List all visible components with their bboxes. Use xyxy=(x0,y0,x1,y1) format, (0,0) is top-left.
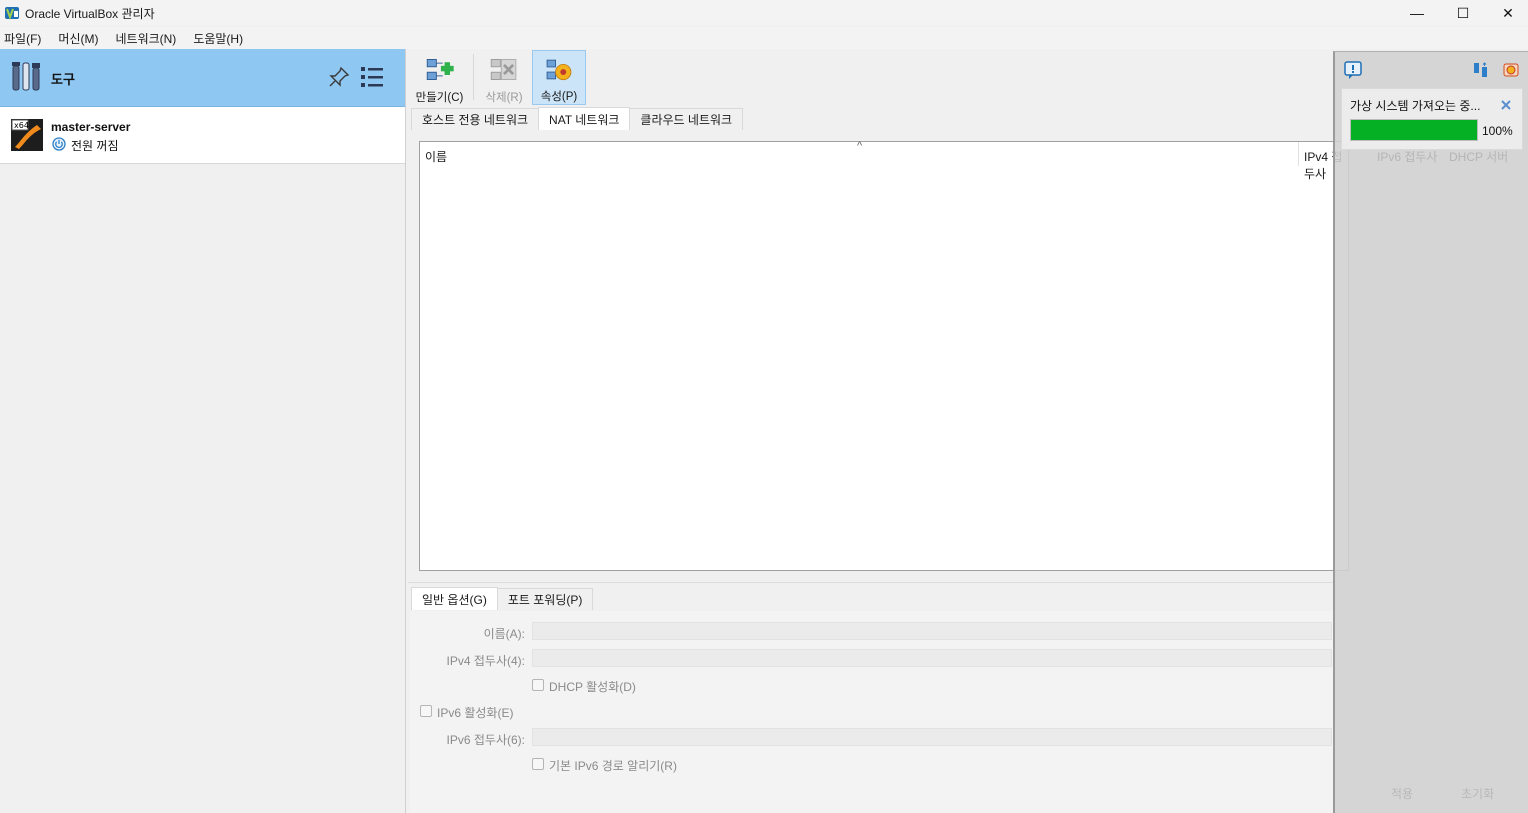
tools-icon xyxy=(12,62,40,91)
ipv6-prefix-input[interactable] xyxy=(532,728,1332,746)
close-icon[interactable] xyxy=(1501,100,1511,110)
notification-title: 가상 시스템 가져오는 중... xyxy=(1350,99,1481,113)
import-progress-bar xyxy=(1350,119,1478,141)
dhcp-enable-label: DHCP 활성화(D) xyxy=(549,680,636,694)
vm-name: master-server xyxy=(51,120,131,134)
delete-network-icon xyxy=(490,59,517,80)
sort-ascending-icon: ^ xyxy=(857,140,863,152)
tab-nat-network[interactable]: NAT 네트워크 xyxy=(538,107,631,130)
delete-button[interactable]: 삭제(R) xyxy=(479,50,529,105)
vm-arch-badge: x64 xyxy=(14,121,29,130)
menu-machine[interactable]: 머신(M) xyxy=(54,30,106,47)
column-divider[interactable] xyxy=(1298,142,1299,166)
column-header-dhcp[interactable]: DHCP 서버 xyxy=(1449,148,1508,165)
network-toolbar: 만들기(C) 삭제(R) 속성(P) xyxy=(407,49,1337,106)
properties-gear-icon xyxy=(546,59,572,81)
virtualbox-logo-icon xyxy=(5,7,19,20)
reset-button[interactable]: 초기화 xyxy=(1461,785,1494,802)
import-progress-notification: 가상 시스템 가져오는 중... 100% xyxy=(1341,88,1523,150)
tools-label: 도구 xyxy=(51,72,75,87)
progress-percent: 100% xyxy=(1482,124,1513,138)
tab-cloud-network[interactable]: 클라우드 네트워크 xyxy=(629,108,744,130)
vm-list-item[interactable]: x64 master-server 전원 꺼짐 xyxy=(0,107,405,164)
maximize-button[interactable]: ☐ xyxy=(1440,0,1486,26)
ipv4-prefix-input[interactable] xyxy=(532,649,1332,667)
notification-center: IPv6 접두사 DHCP 서버 가상 시스템 가져오는 중... 100% 적… xyxy=(1333,51,1528,813)
progress-fill xyxy=(1351,120,1477,140)
tools-item[interactable]: 도구 xyxy=(0,49,405,107)
close-button[interactable]: ✕ xyxy=(1485,0,1528,26)
tab-general-options[interactable]: 일반 옵션(G) xyxy=(411,587,498,610)
window-title: Oracle VirtualBox 관리자 xyxy=(25,6,155,21)
toolbar-separator xyxy=(473,54,474,100)
create-label: 만들기(C) xyxy=(415,92,464,104)
name-field-label: 이름(A): xyxy=(483,627,525,641)
ipv6-prefix-label: IPv6 접두사(6): xyxy=(446,733,525,747)
power-off-icon xyxy=(52,137,66,151)
keep-finished-icon[interactable] xyxy=(1502,61,1520,79)
menu-bar: 파일(F) 머신(M) 네트워크(N) 도움말(H) xyxy=(0,27,1528,49)
delete-label: 삭제(R) xyxy=(485,92,523,104)
create-button[interactable]: 만들기(C) xyxy=(412,50,467,105)
column-header-ipv6[interactable]: IPv6 접두사 xyxy=(1377,148,1437,165)
properties-label: 속성(P) xyxy=(540,91,578,103)
ipv6-default-route-checkbox[interactable] xyxy=(532,758,544,770)
vm-state: 전원 꺼짐 xyxy=(71,139,119,153)
create-network-icon xyxy=(426,59,454,80)
vm-os-icon: x64 xyxy=(11,119,43,151)
column-header-name[interactable]: 이름 xyxy=(425,148,447,165)
general-options-panel xyxy=(410,611,1333,813)
network-type-tabs: 호스트 전용 네트워크 NAT 네트워크 클라우드 네트워크 xyxy=(411,107,744,130)
menu-help[interactable]: 도움말(H) xyxy=(189,30,251,47)
notification-bell-icon[interactable] xyxy=(1343,60,1363,80)
apply-button[interactable]: 적용 xyxy=(1391,785,1413,802)
detail-tabs: 일반 옵션(G) 포트 포워딩(P) xyxy=(411,587,594,611)
title-bar: Oracle VirtualBox 관리자 — ☐ ✕ xyxy=(0,0,1528,26)
ipv6-enable-label: IPv6 활성화(E) xyxy=(437,706,514,720)
name-input[interactable] xyxy=(532,622,1332,640)
sort-order-icon[interactable] xyxy=(1472,61,1490,79)
list-menu-icon[interactable] xyxy=(359,64,385,90)
ipv4-prefix-label: IPv4 접두사(4): xyxy=(446,654,525,668)
properties-button[interactable]: 속성(P) xyxy=(532,50,586,105)
splitter-handle[interactable] xyxy=(408,582,1333,583)
tab-port-forwarding[interactable]: 포트 포워딩(P) xyxy=(496,588,594,610)
minimize-button[interactable]: — xyxy=(1394,0,1440,26)
pin-icon[interactable] xyxy=(327,65,351,89)
menu-network[interactable]: 네트워크(N) xyxy=(111,30,184,47)
menu-file[interactable]: 파일(F) xyxy=(0,30,49,47)
ipv6-default-route-label: 기본 IPv6 경로 알리기(R) xyxy=(549,759,677,773)
ipv6-enable-checkbox[interactable] xyxy=(420,705,432,717)
nat-network-table[interactable]: 이름 ^ IPv4 접두사 xyxy=(419,140,1349,571)
tab-host-only-network[interactable]: 호스트 전용 네트워크 xyxy=(411,108,540,130)
machine-list-pane: 도구 x64 master-server 전원 꺼짐 xyxy=(0,49,406,813)
dhcp-enable-checkbox[interactable] xyxy=(532,679,544,691)
